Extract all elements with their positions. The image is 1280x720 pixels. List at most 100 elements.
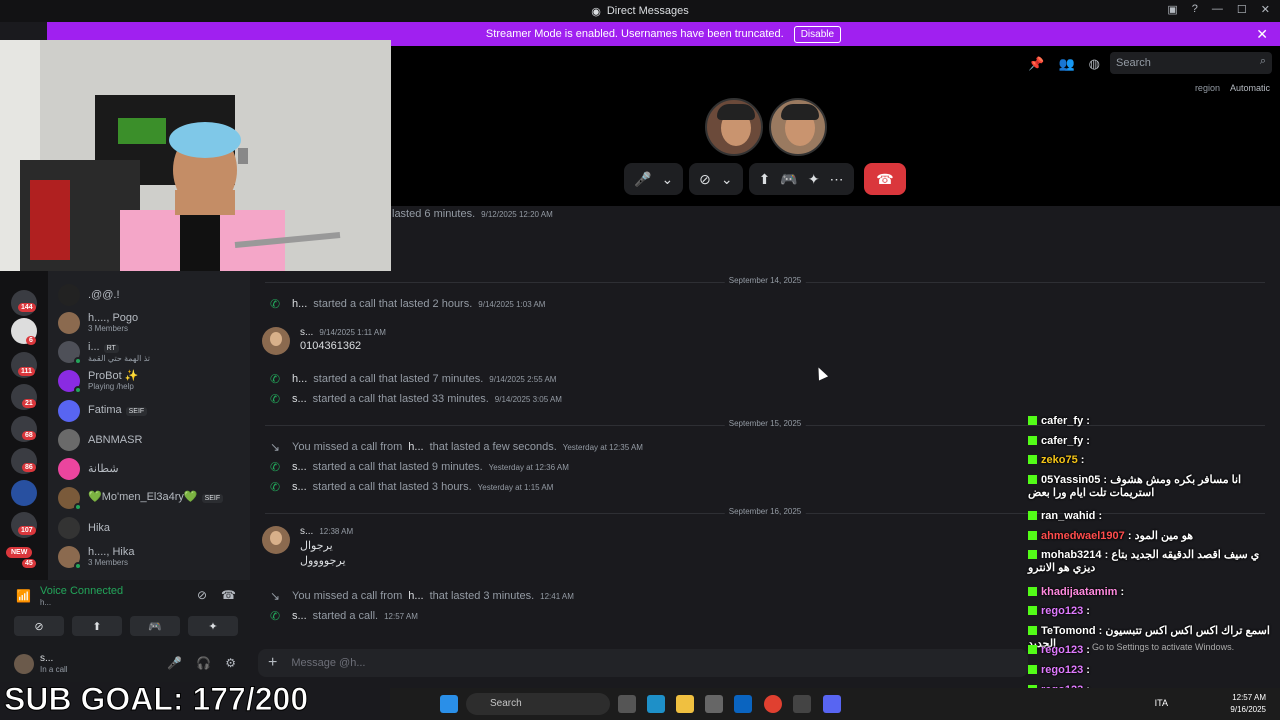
message-placeholder: Message @h... [291, 657, 366, 669]
settings-icon[interactable]: ⚙ [225, 656, 236, 670]
dm-item[interactable]: شطانة [58, 456, 248, 482]
activity-button[interactable]: 🎮 [130, 616, 180, 636]
mute-button[interactable]: 🎤 ⌄ [624, 163, 684, 195]
screen-share-button[interactable]: ⬆ [72, 616, 122, 636]
maximize-button[interactable]: ☐ [1237, 3, 1247, 16]
soundboard-icon[interactable]: ✦ [808, 171, 820, 188]
voice-connected-label[interactable]: Voice Connected [40, 585, 123, 597]
call-message: ✆ h... started a call that lasted 7 minute… [270, 372, 557, 386]
noise-suppression-icon[interactable]: ⊘ [197, 588, 207, 602]
close-window-button[interactable]: ✕ [1261, 3, 1270, 16]
soundboard-button[interactable]: ✦ [188, 616, 238, 636]
avatar[interactable] [14, 654, 34, 674]
missed-call-icon: ↘ [270, 440, 281, 454]
edge-icon[interactable] [647, 695, 665, 713]
system-clock[interactable]: 12:57 AM 9/16/2025 [1230, 692, 1266, 716]
callee-avatar[interactable] [769, 98, 827, 156]
activity-icon[interactable]: 🎮 [780, 171, 797, 188]
dm-item[interactable]: ProBot ✨ Playing /help [58, 368, 248, 394]
user-message: s... 9/14/2025 1:11 AM 0104361362 [262, 327, 386, 355]
steam-icon[interactable] [793, 695, 811, 713]
dm-item[interactable]: i... RT تذ الهمة حتي القمة [58, 339, 248, 365]
microphone-icon[interactable]: 🎤 [167, 656, 182, 670]
dm-item[interactable]: h...., Hika 3 Members [58, 544, 248, 570]
start-icon[interactable] [440, 695, 458, 713]
screen-share-icon[interactable]: ⬆ [759, 171, 771, 188]
more-icon[interactable]: ⋯ [830, 171, 844, 188]
server-badge: 107 [18, 526, 36, 535]
phone-icon: ✆ [270, 392, 281, 406]
caller-avatar[interactable] [705, 98, 763, 156]
file-explorer-icon[interactable] [676, 695, 694, 713]
kick-badge-icon [1028, 645, 1037, 654]
screen-share-icon: ⬆ [92, 620, 102, 633]
user-status: In a call [40, 665, 68, 674]
search-input[interactable]: Search ⌕ [1110, 52, 1272, 74]
chat-message: zeko75 : [1028, 454, 1276, 467]
dm-item[interactable]: Hika [58, 515, 248, 541]
add-attachment-icon[interactable]: + [268, 654, 277, 672]
server-badge: 68 [22, 431, 36, 440]
server-badge: 21 [22, 399, 36, 408]
profile-icon[interactable]: ◍ [1089, 56, 1100, 72]
region-selector[interactable]: region Automatic [1195, 83, 1270, 93]
signal-icon[interactable]: 📶 [16, 589, 31, 603]
inbox-icon[interactable]: ▣ [1167, 3, 1177, 16]
search-icon: ⌕ [1259, 55, 1266, 67]
taskbar-search[interactable]: Search [466, 693, 610, 715]
store-icon[interactable] [705, 695, 723, 713]
message-input[interactable]: + Message @h... [258, 649, 1028, 677]
voice-status-panel: 📶 Voice Connected h... ⊘ ☎ ⊘ ⬆ 🎮 ✦ [0, 580, 250, 646]
camera-button[interactable]: ⊘ ⌄ [689, 163, 743, 195]
chat-message: rego123 : [1028, 605, 1276, 618]
missed-call-message: ↘ You missed a call from h... that lasted a… [270, 440, 643, 454]
headphones-icon[interactable]: 🎧 [196, 656, 211, 670]
kick-badge-icon [1028, 511, 1037, 520]
task-view-icon[interactable] [618, 695, 636, 713]
dm-item[interactable]: h...., Pogo 3 Members [58, 310, 248, 336]
kick-badge-icon [1028, 606, 1037, 615]
kick-badge-icon [1028, 416, 1037, 425]
server-icon[interactable] [11, 480, 37, 506]
add-friends-icon[interactable]: 👥 [1058, 56, 1074, 72]
webcam-feed-image [0, 40, 391, 271]
chrome-icon[interactable] [764, 695, 782, 713]
header-toolbar: 📌 👥 ◍ [1028, 56, 1100, 72]
username[interactable]: s... [40, 653, 53, 664]
window-title: ◉ Direct Messages [591, 5, 689, 18]
camera-toggle-button[interactable]: ⊘ [14, 616, 64, 636]
kick-badge-icon [1028, 665, 1037, 674]
phone-icon: ✆ [270, 609, 281, 623]
new-badge: NEW [6, 547, 33, 558]
pin-icon[interactable]: 📌 [1028, 56, 1044, 72]
kick-badge-icon [1028, 436, 1037, 445]
kick-badge-icon [1028, 587, 1037, 596]
close-banner-icon[interactable]: ✕ [1256, 26, 1268, 43]
dm-item[interactable]: Fatima SEIF [58, 398, 248, 424]
call-message: ✆ s... started a call that lasted 33 minut… [270, 392, 562, 406]
language-indicator[interactable]: ITA [1155, 698, 1168, 708]
minimize-button[interactable]: — [1212, 3, 1223, 16]
region-value[interactable]: Automatic [1230, 83, 1270, 93]
avatar[interactable] [262, 526, 290, 554]
outlook-icon[interactable] [734, 695, 752, 713]
dm-item[interactable]: .@@.! [58, 282, 248, 308]
dm-item[interactable]: 💚Mo'men_El3a4ry💚 SEIF [58, 485, 248, 511]
kick-badge-icon [1028, 531, 1037, 540]
dm-item[interactable]: ABNMASR [58, 427, 248, 453]
phone-icon: ✆ [270, 372, 281, 386]
disable-streamer-mode-button[interactable]: Disable [793, 25, 842, 43]
phone-icon: ✆ [270, 460, 281, 474]
chevron-down-icon[interactable]: ⌄ [661, 171, 673, 188]
stream-chat-overlay: cafer_fy : cafer_fy : zeko75 : 05Yassin0… [1028, 408, 1280, 720]
avatar[interactable] [262, 327, 290, 355]
discord-icon[interactable] [823, 695, 841, 713]
chevron-down-icon[interactable]: ⌄ [721, 171, 733, 188]
voice-channel-name[interactable]: h... [40, 598, 51, 607]
disconnect-button[interactable]: ☎ [864, 163, 906, 195]
user-message: s... 12:38 AM يرجوال يرجوووول [262, 526, 353, 567]
activate-windows-watermark: Go to Settings to activate Windows. [1092, 642, 1235, 652]
help-icon[interactable]: ? [1192, 3, 1198, 16]
disconnect-icon[interactable]: ☎ [221, 588, 236, 602]
search-placeholder: Search [1116, 57, 1151, 69]
